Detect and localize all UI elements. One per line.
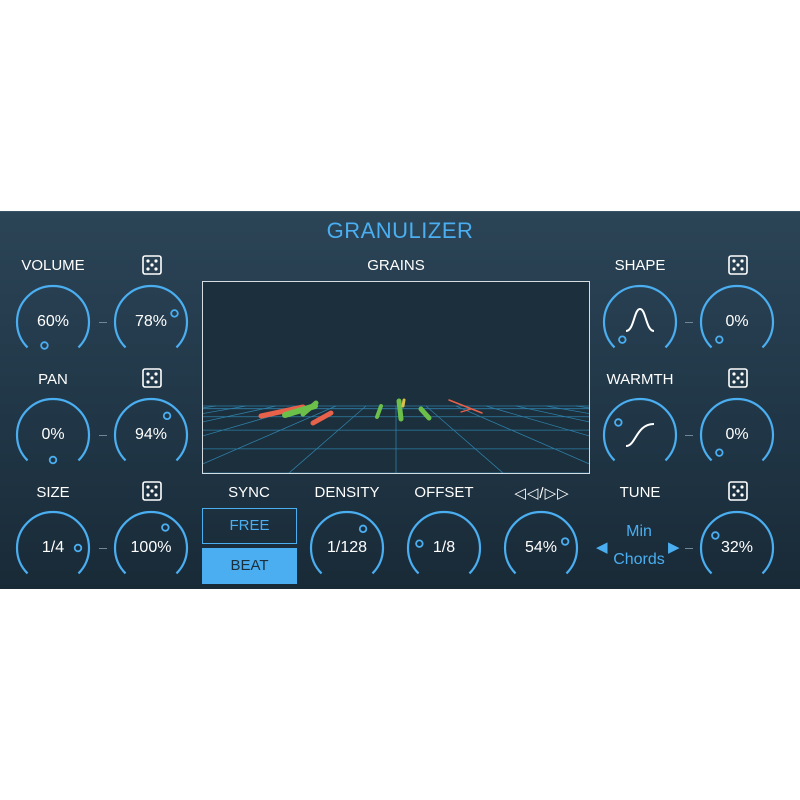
grains-visualizer: [0, 398, 800, 494]
link-dash: [685, 322, 693, 323]
grain-particle: [396, 398, 404, 422]
offset-value: 1/8: [432, 539, 456, 556]
dice-icon[interactable]: [728, 481, 748, 501]
size-label: SIZE: [36, 484, 70, 501]
pan-label: PAN: [38, 371, 68, 388]
dice-icon[interactable]: [728, 368, 748, 388]
pan-random-value: 94%: [134, 426, 168, 443]
shape-random-knob[interactable]: 0%: [699, 284, 775, 360]
shape-random-value: 0%: [725, 313, 749, 330]
grains-label: GRAINS: [367, 257, 425, 274]
density-label: DENSITY: [314, 484, 380, 501]
direction-knob[interactable]: 54%: [503, 510, 579, 586]
link-dash: [685, 548, 693, 549]
grid-line: [265, 405, 367, 494]
tune-random-knob[interactable]: 32%: [699, 510, 775, 586]
density-knob[interactable]: 1/128: [309, 510, 385, 586]
shape-knob[interactable]: [602, 284, 678, 360]
dice-icon[interactable]: [728, 255, 748, 275]
size-random-knob[interactable]: 100%: [113, 510, 189, 586]
pan-knob[interactable]: 0%: [15, 397, 91, 473]
grid-line: [485, 405, 787, 494]
grid-line: [515, 405, 800, 469]
grid-line: [455, 405, 657, 494]
link-dash: [685, 435, 693, 436]
warmth-knob[interactable]: [602, 397, 678, 473]
link-dash: [99, 435, 107, 436]
link-dash: [99, 548, 107, 549]
dice-icon[interactable]: [142, 255, 162, 275]
tune-random-value: 32%: [720, 539, 754, 556]
warmth-random-value: 0%: [725, 426, 749, 443]
grid-line: [0, 405, 247, 450]
plugin-title: GRANULIZER: [326, 218, 474, 243]
dice-icon[interactable]: [142, 368, 162, 388]
size-value: 1/4: [41, 539, 65, 556]
pan-value: 0%: [41, 426, 65, 443]
density-value: 1/128: [326, 539, 368, 556]
volume-label: VOLUME: [21, 257, 85, 274]
grain-particle: [401, 398, 406, 408]
bell-curve-icon: [625, 307, 655, 332]
sync-label: SYNC: [228, 484, 270, 501]
grid-line: [425, 405, 527, 494]
size-knob[interactable]: 1/4: [15, 510, 91, 586]
volume-knob[interactable]: 60%: [15, 284, 91, 360]
tune-mode[interactable]: Chords: [594, 551, 684, 569]
grains-display: [0, 281, 800, 494]
offset-knob[interactable]: 1/8: [406, 510, 482, 586]
s-curve-icon: [625, 423, 655, 447]
tune-label: TUNE: [619, 484, 661, 501]
volume-value: 60%: [36, 313, 70, 330]
sync-free-button[interactable]: FREE: [202, 508, 297, 544]
volume-random-value: 78%: [134, 313, 168, 330]
link-dash: [99, 322, 107, 323]
grain-particle: [375, 404, 383, 419]
tune-scale[interactable]: Min: [594, 523, 684, 541]
volume-random-knob[interactable]: 78%: [113, 284, 189, 360]
direction-label: ◁◁/▷▷: [514, 485, 570, 502]
pan-random-knob[interactable]: 94%: [113, 397, 189, 473]
granulizer-panel: GRANULIZER VOLUME PAN SIZE GRAINS SHAPE …: [0, 211, 800, 589]
warmth-label: WARMTH: [606, 371, 674, 388]
direction-value: 54%: [524, 539, 558, 556]
offset-label: OFFSET: [414, 484, 474, 501]
warmth-random-knob[interactable]: 0%: [699, 397, 775, 473]
dice-icon[interactable]: [142, 481, 162, 501]
sync-beat-button[interactable]: BEAT: [202, 548, 297, 584]
grid-line: [545, 405, 800, 451]
size-random-value: 100%: [130, 539, 172, 556]
shape-label: SHAPE: [614, 257, 666, 274]
